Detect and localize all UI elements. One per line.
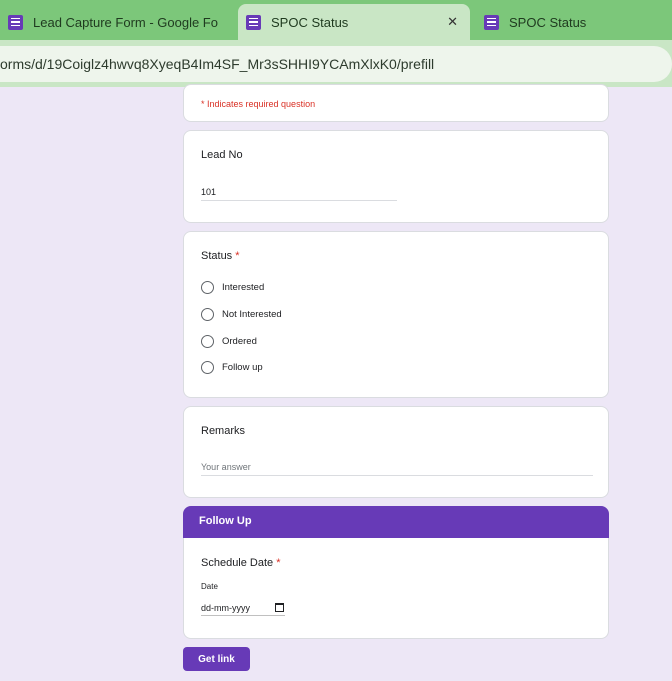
question-title: Remarks xyxy=(201,425,246,437)
radio-label: Not Interested xyxy=(222,309,282,320)
section-header: Follow Up xyxy=(183,506,609,538)
question-title: Schedule Date * xyxy=(201,557,281,569)
radio-option-ordered[interactable]: Ordered xyxy=(201,335,257,348)
tab-title: SPOC Status xyxy=(509,14,587,30)
date-sub-label: Date xyxy=(201,582,218,591)
question-title-text: Schedule Date xyxy=(201,557,274,569)
question-title-text: Status xyxy=(201,250,233,262)
remarks-input[interactable]: Your answer xyxy=(201,462,593,476)
radio-button[interactable] xyxy=(201,361,214,374)
url-input[interactable]: orms/d/19Coiglz4hwvq8XyeqB4Im4SF_Mr3sSHH… xyxy=(0,46,672,82)
radio-button[interactable] xyxy=(201,335,214,348)
form-header-card: * Indicates required question xyxy=(183,84,609,122)
radio-button[interactable] xyxy=(201,308,214,321)
google-forms-icon xyxy=(484,14,499,30)
tab-spoc-status[interactable]: SPOC Status xyxy=(476,4,672,40)
question-title: Lead No xyxy=(201,149,243,161)
radio-option-follow-up[interactable]: Follow up xyxy=(201,361,263,374)
calendar-icon[interactable] xyxy=(275,603,284,612)
required-note: * Indicates required question xyxy=(201,99,316,109)
question-remarks: Remarks Your answer xyxy=(183,406,609,498)
date-placeholder: dd-mm-yyyy xyxy=(201,602,250,613)
radio-label: Ordered xyxy=(222,336,257,347)
radio-label: Interested xyxy=(222,282,265,293)
tab-title: SPOC Status xyxy=(271,14,349,30)
tab-lead-capture-form[interactable]: Lead Capture Form - Google Fo xyxy=(0,4,238,40)
google-forms-icon xyxy=(8,14,23,30)
radio-label: Follow up xyxy=(222,362,263,373)
question-title: Status * xyxy=(201,250,240,262)
address-bar: orms/d/19Coiglz4hwvq8XyeqB4Im4SF_Mr3sSHH… xyxy=(0,40,672,87)
tab-bar: Lead Capture Form - Google Fo SPOC Statu… xyxy=(0,0,672,40)
required-asterisk: * xyxy=(235,250,240,262)
tab-title: Lead Capture Form - Google Fo xyxy=(33,14,218,30)
required-asterisk: * xyxy=(276,557,281,569)
radio-option-not-interested[interactable]: Not Interested xyxy=(201,308,282,321)
schedule-date-input[interactable]: dd-mm-yyyy xyxy=(201,600,285,616)
question-status: Status * Interested Not Interested Order… xyxy=(183,231,609,398)
radio-option-interested[interactable]: Interested xyxy=(201,281,264,294)
tab-spoc-status-active[interactable]: SPOC Status ✕ xyxy=(238,4,470,40)
google-forms-icon xyxy=(246,14,261,30)
lead-no-input[interactable]: 101 xyxy=(201,187,397,201)
question-lead-no: Lead No 101 xyxy=(183,130,609,223)
close-icon[interactable]: ✕ xyxy=(447,14,458,30)
radio-button[interactable] xyxy=(201,281,214,294)
get-link-button[interactable]: Get link xyxy=(183,647,250,671)
